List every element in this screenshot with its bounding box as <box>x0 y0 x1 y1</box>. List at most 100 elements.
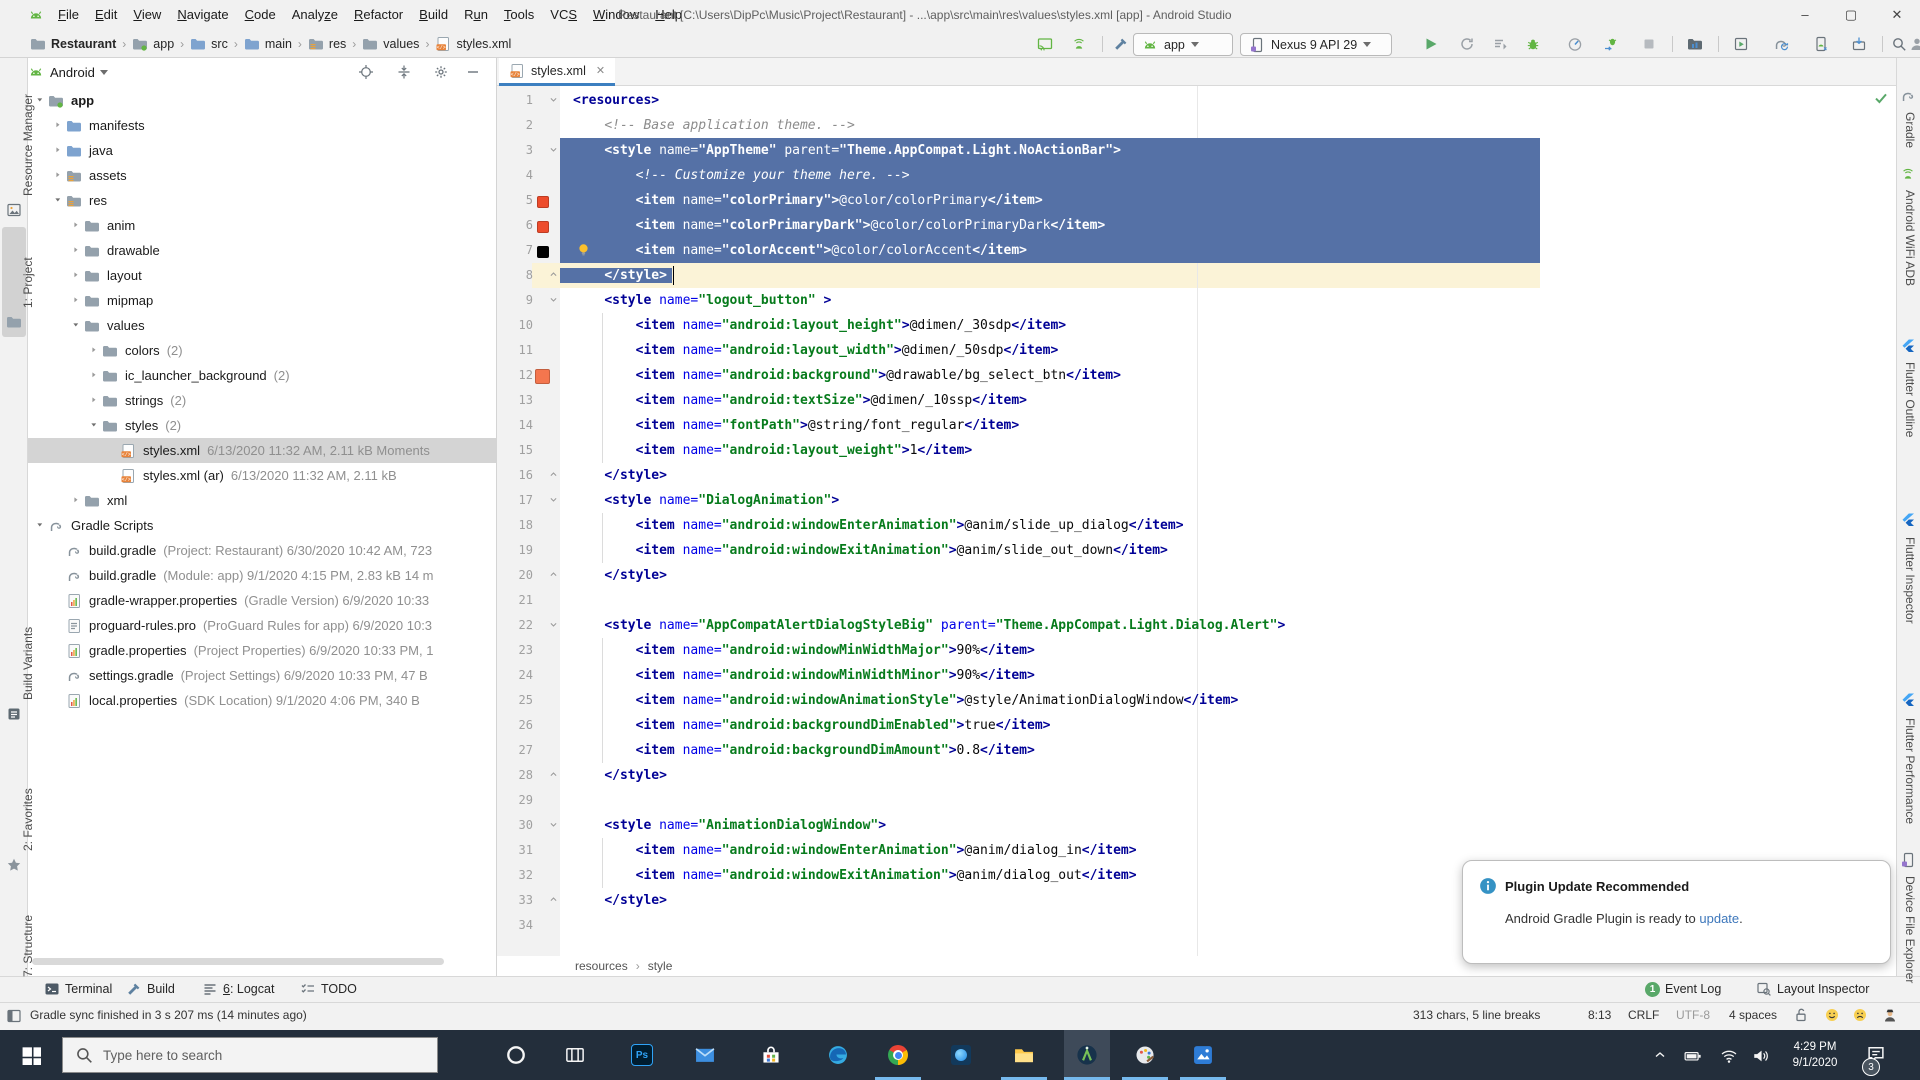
color-swatch[interactable] <box>537 246 549 258</box>
minus-button[interactable] <box>465 64 481 85</box>
code-line-34[interactable] <box>560 913 1540 938</box>
code-line-10[interactable]: <item name="android:layout_height">@dime… <box>560 313 1540 338</box>
sidebar-tab-resource-manager[interactable]: Resource Manager <box>21 94 35 196</box>
menu-item-view[interactable]: View <box>125 0 169 30</box>
sidebar-tab-gradle[interactable]: Gradle <box>1903 112 1917 148</box>
toolwindow-button-terminal[interactable]: Terminal <box>44 979 112 999</box>
sidebar-tab-7-structure[interactable]: 7: Structure <box>21 915 35 977</box>
code-line-15[interactable]: <item name="android:layout_weight">1</it… <box>560 438 1540 463</box>
tree-closed-arrow-icon[interactable] <box>72 496 82 506</box>
tree-item-gradle-scripts[interactable]: Gradle Scripts <box>28 513 497 538</box>
toolwindow-button-build[interactable]: Build <box>126 979 175 999</box>
breadcrumb-item-values[interactable]: values <box>362 36 419 52</box>
code-line-22[interactable]: <style name="AppCompatAlertDialogStyleBi… <box>560 613 1540 638</box>
breadcrumb-item-src[interactable]: src <box>190 36 228 52</box>
code-line-13[interactable]: <item name="android:textSize">@dimen/_10… <box>560 388 1540 413</box>
tree-item-anim[interactable]: anim <box>28 213 497 238</box>
tray-wifi[interactable] <box>1720 1047 1738 1070</box>
tree-item-local-properties[interactable]: local.properties(SDK Location) 9/1/2020 … <box>28 688 497 713</box>
tree-item-build-gradle[interactable]: build.gradle(Module: app) 9/1/2020 4:15 … <box>28 563 497 588</box>
breadcrumb-item-res[interactable]: res <box>308 36 346 52</box>
taskbar-app-store[interactable] <box>748 1033 794 1077</box>
taskbar-app-android-studio[interactable] <box>1064 1033 1110 1077</box>
lock-open-button[interactable] <box>1793 1007 1809 1028</box>
status-indent[interactable]: 4 spaces <box>1729 1008 1777 1022</box>
code-line-8[interactable]: </style> <box>560 263 1540 288</box>
tree-open-arrow-icon[interactable] <box>72 321 82 331</box>
code-line-21[interactable] <box>560 588 1540 613</box>
inspections-ok-icon[interactable] <box>1873 90 1889 111</box>
tree-closed-arrow-icon[interactable] <box>54 171 64 181</box>
person-button[interactable] <box>1882 1007 1898 1028</box>
color-swatch[interactable] <box>537 196 549 208</box>
tree-item-styles[interactable]: styles(2) <box>28 413 497 438</box>
tree-item-colors[interactable]: colors(2) <box>28 338 497 363</box>
code-editor[interactable]: 1<resources>2 <!-- Base application them… <box>497 86 1896 956</box>
smile-button[interactable] <box>1824 1007 1840 1028</box>
taskbar-app-mail[interactable] <box>682 1033 728 1077</box>
maximize-button[interactable]: ▢ <box>1828 0 1874 30</box>
tree-open-arrow-icon[interactable] <box>54 196 64 206</box>
taskbar-app-chrome[interactable] <box>875 1033 921 1077</box>
breadcrumb-item-main[interactable]: main <box>244 36 292 52</box>
intention-bulb[interactable] <box>576 242 591 262</box>
taskbar-app-media[interactable] <box>938 1033 984 1077</box>
tree-item-app[interactable]: app <box>28 88 497 113</box>
menu-item-tools[interactable]: Tools <box>496 0 542 30</box>
stop-button[interactable] <box>1638 33 1660 55</box>
code-line-14[interactable]: <item name="fontPath">@string/font_regul… <box>560 413 1540 438</box>
code-line-28[interactable]: </style> <box>560 763 1540 788</box>
sdk-manager-button[interactable] <box>1848 33 1870 55</box>
color-swatch[interactable] <box>535 369 550 384</box>
taskbar-clock[interactable]: 4:29 PM9/1/2020 <box>1780 1039 1850 1071</box>
tree-item-layout[interactable]: layout <box>28 263 497 288</box>
code-line-24[interactable]: <item name="android:windowMinWidthMinor"… <box>560 663 1540 688</box>
tree-item-values[interactable]: values <box>28 313 497 338</box>
apply-changes-button[interactable] <box>1456 33 1478 55</box>
event-log-button[interactable]: 1Event Log <box>1645 979 1721 999</box>
target-button[interactable] <box>358 64 374 85</box>
close-button[interactable]: ✕ <box>1874 0 1920 30</box>
code-line-26[interactable]: <item name="android:backgroundDimEnabled… <box>560 713 1540 738</box>
tree-open-arrow-icon[interactable] <box>90 421 100 431</box>
sidebar-tab-flutter-performance[interactable]: Flutter Performance <box>1903 718 1917 824</box>
code-line-12[interactable]: <item name="android:background">@drawabl… <box>560 363 1540 388</box>
editor-tab-styles-xml[interactable]: </>styles.xml✕ <box>499 58 615 86</box>
tray-chevron-up[interactable] <box>1652 1047 1668 1068</box>
code-line-33[interactable]: </style> <box>560 888 1540 913</box>
code-line-1[interactable]: <resources> <box>560 88 1540 113</box>
taskbar-app-taskview[interactable] <box>552 1033 598 1077</box>
tree-closed-arrow-icon[interactable] <box>54 146 64 156</box>
tree-open-arrow-icon[interactable] <box>36 96 46 106</box>
toolwindow-button-6-logcat[interactable]: 6: Logcat <box>202 979 274 999</box>
tree-item-strings[interactable]: strings(2) <box>28 388 497 413</box>
cast-button[interactable] <box>1034 33 1056 55</box>
taskbar-search-input[interactable]: Type here to search <box>62 1037 438 1073</box>
status-chars[interactable]: 313 chars, 5 line breaks <box>1413 1008 1540 1022</box>
tree-item-xml[interactable]: xml <box>28 488 497 513</box>
taskbar-app-photos[interactable] <box>1180 1033 1226 1077</box>
code-line-4[interactable]: <!-- Customize your theme here. --> <box>560 163 1540 188</box>
tree-closed-arrow-icon[interactable] <box>54 121 64 131</box>
color-swatch[interactable] <box>537 221 549 233</box>
avd-manager-button[interactable] <box>1810 33 1832 55</box>
menu-item-build[interactable]: Build <box>411 0 456 30</box>
tree-closed-arrow-icon[interactable] <box>72 246 82 256</box>
layout-inspector-button[interactable]: Layout Inspector <box>1756 979 1869 999</box>
code-line-29[interactable] <box>560 788 1540 813</box>
menu-item-vcs[interactable]: VCS <box>542 0 585 30</box>
code-line-3[interactable]: <style name="AppTheme" parent="Theme.App… <box>560 138 1540 163</box>
hammer-button[interactable] <box>1110 33 1132 55</box>
tree-item-gradle-wrapper-properties[interactable]: gradle-wrapper.properties(Gradle Version… <box>28 588 497 613</box>
tree-item-gradle-properties[interactable]: gradle.properties(Project Properties) 6/… <box>28 638 497 663</box>
tree-item-settings-gradle[interactable]: settings.gradle(Project Settings) 6/9/20… <box>28 663 497 688</box>
tree-item-drawable[interactable]: drawable <box>28 238 497 263</box>
code-line-17[interactable]: <style name="DialogAnimation"> <box>560 488 1540 513</box>
avatar-button[interactable] <box>1906 33 1920 55</box>
code-line-32[interactable]: <item name="android:windowExitAnimation"… <box>560 863 1540 888</box>
taskbar-app-cortana[interactable] <box>493 1033 539 1077</box>
menu-item-navigate[interactable]: Navigate <box>169 0 236 30</box>
tree-closed-arrow-icon[interactable] <box>90 396 100 406</box>
toolwindow-switcher-button[interactable] <box>6 1008 22 1029</box>
tree-closed-arrow-icon[interactable] <box>90 346 100 356</box>
